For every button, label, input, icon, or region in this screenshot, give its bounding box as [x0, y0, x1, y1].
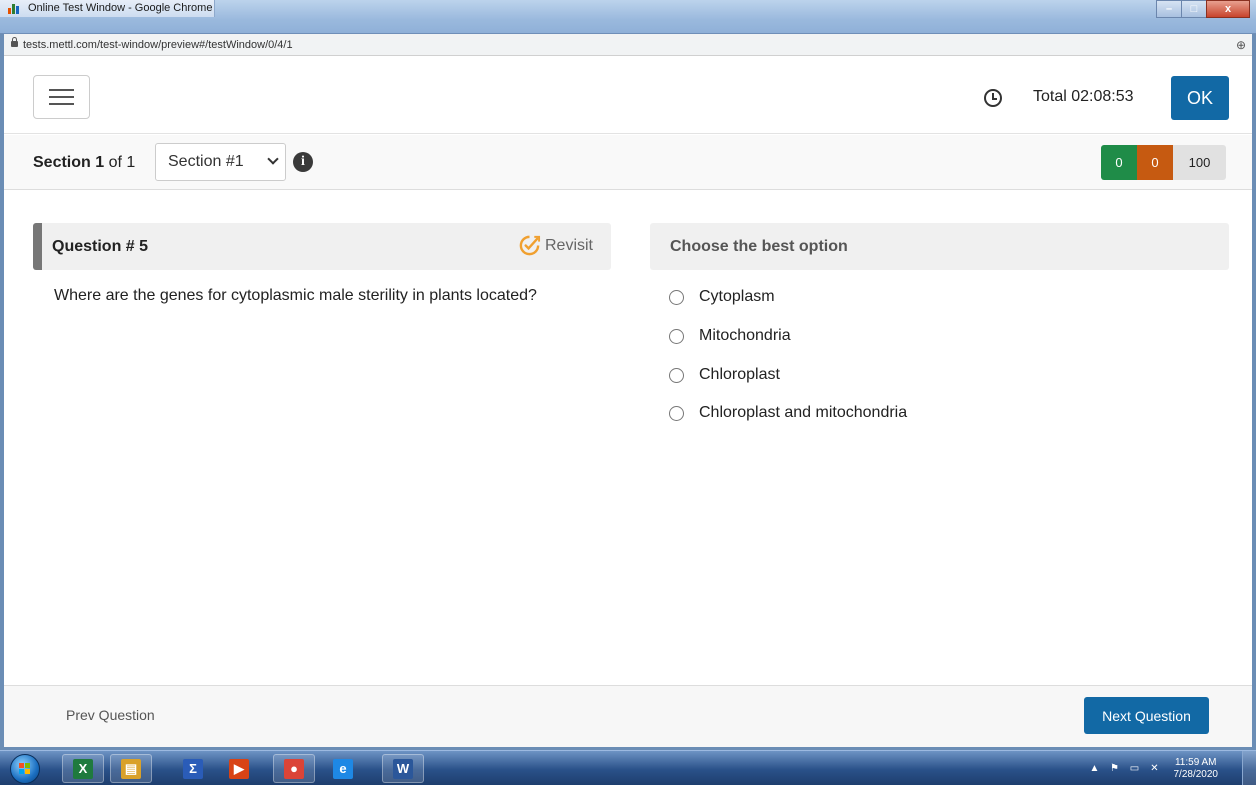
option-radio[interactable] — [669, 367, 684, 383]
section-label: Section 1 of 1 — [33, 154, 135, 172]
minimize-button[interactable]: – — [1156, 0, 1182, 18]
total-timer: Total 02:08:53 — [1033, 88, 1134, 105]
option-label: Chloroplast — [699, 366, 780, 383]
lock-icon — [11, 37, 18, 47]
taskbar-app-media-app[interactable]: ▶ — [218, 754, 260, 783]
marked-count: 0 — [1137, 145, 1173, 180]
window-title-tab[interactable]: Online Test Window - Google Chrome — [0, 0, 215, 17]
section-bar: Section 1 of 1 Section #1 i 0 0 100 — [4, 135, 1252, 190]
tray-clock[interactable]: 11:59 AM 7/28/2020 — [1174, 757, 1219, 781]
revisit-button[interactable]: Revisit — [518, 234, 593, 257]
zoom-icon[interactable]: ⊕ — [1236, 34, 1246, 56]
file-explorer-icon: ▤ — [121, 758, 141, 779]
sigma-app-icon: Σ — [183, 758, 203, 779]
clock-icon — [984, 89, 1002, 107]
start-button[interactable] — [10, 754, 40, 784]
windows-logo-icon — [19, 763, 31, 775]
url-text[interactable]: tests.mettl.com/test-window/preview#/tes… — [23, 34, 293, 56]
option-cytoplasm[interactable]: Cytoplasm — [669, 288, 775, 306]
section-current: Section 1 — [33, 154, 105, 171]
network-icon[interactable]: ▭ — [1130, 763, 1140, 774]
media-app-icon: ▶ — [229, 758, 249, 779]
window-title: Online Test Window - Google Chrome — [28, 2, 213, 14]
footer: Prev Question Next Question — [4, 685, 1252, 747]
taskbar-app-internet-explorer[interactable]: e — [322, 754, 364, 783]
close-button[interactable]: x — [1206, 0, 1250, 18]
window-controls: – □ x — [1156, 0, 1250, 18]
section-of: of 1 — [104, 154, 136, 171]
option-radio[interactable] — [669, 405, 684, 421]
taskbar-app-excel[interactable]: X — [62, 754, 104, 783]
option-chloroplast-and-mitochondria[interactable]: Chloroplast and mitochondria — [669, 404, 907, 422]
question-counters: 0 0 100 — [1101, 145, 1226, 180]
maximize-button[interactable]: □ — [1181, 0, 1207, 18]
taskbar: X ▤ Σ ▶ ● e W ▲ ⚑ ▭ ✕ 11:59 AM 7/28/2020 — [0, 750, 1256, 785]
question-text: Where are the genes for cytoplasmic male… — [54, 287, 537, 304]
question-title: Question # 5 — [52, 238, 149, 255]
section-select-value: Section #1 — [168, 153, 244, 170]
option-chloroplast[interactable]: Chloroplast — [669, 366, 780, 384]
clock-time: 11:59 AM — [1174, 756, 1217, 768]
excel-icon: X — [73, 758, 93, 779]
chrome-icon: ● — [284, 758, 304, 779]
total-count: 100 — [1173, 145, 1226, 180]
revisit-label: Revisit — [544, 236, 593, 254]
menu-button[interactable] — [33, 75, 90, 119]
volume-muted-icon[interactable]: ✕ — [1150, 763, 1160, 774]
taskbar-app-sigma-app[interactable]: Σ — [172, 754, 214, 783]
prev-question-button[interactable]: Prev Question — [66, 707, 155, 723]
word-icon: W — [393, 758, 413, 779]
options-header: Choose the best option — [650, 223, 1229, 270]
taskbar-app-chrome[interactable]: ● — [273, 754, 315, 783]
window-titlebar: Online Test Window - Google Chrome – □ x — [0, 0, 1256, 34]
info-icon[interactable]: i — [293, 152, 313, 172]
address-bar[interactable]: tests.mettl.com/test-window/preview#/tes… — [4, 34, 1252, 56]
next-question-button[interactable]: Next Question — [1084, 697, 1209, 734]
option-radio[interactable] — [669, 328, 684, 344]
option-label: Chloroplast and mitochondria — [699, 404, 908, 421]
section-select[interactable]: Section #1 — [155, 143, 286, 181]
question-header: Question # 5 Revisit — [33, 223, 611, 270]
internet-explorer-icon: e — [333, 758, 353, 779]
taskbar-app-word[interactable]: W — [382, 754, 424, 783]
top-bar: Total 02:08:53 OK — [4, 56, 1252, 134]
option-mitochondria[interactable]: Mitochondria — [669, 327, 791, 345]
app-icon — [8, 4, 22, 14]
option-label: Mitochondria — [699, 327, 791, 344]
taskbar-app-file-explorer[interactable]: ▤ — [110, 754, 152, 783]
system-tray: ▲ ⚑ ▭ ✕ 11:59 AM 7/28/2020 — [1090, 754, 1219, 783]
option-label: Cytoplasm — [699, 288, 775, 305]
show-desktop-button[interactable] — [1242, 751, 1256, 785]
options-title: Choose the best option — [670, 238, 848, 255]
chevron-down-icon — [267, 153, 279, 165]
test-window: Total 02:08:53 OK Section 1 of 1 Section… — [4, 56, 1252, 747]
answered-count: 0 — [1101, 145, 1137, 180]
clock-date: 7/28/2020 — [1173, 768, 1219, 780]
option-radio[interactable] — [669, 289, 684, 305]
revisit-icon — [519, 235, 541, 256]
tray-expand-icon[interactable]: ▲ — [1090, 763, 1100, 774]
action-center-flag-icon[interactable]: ⚑ — [1110, 763, 1120, 774]
ok-button[interactable]: OK — [1171, 76, 1229, 120]
